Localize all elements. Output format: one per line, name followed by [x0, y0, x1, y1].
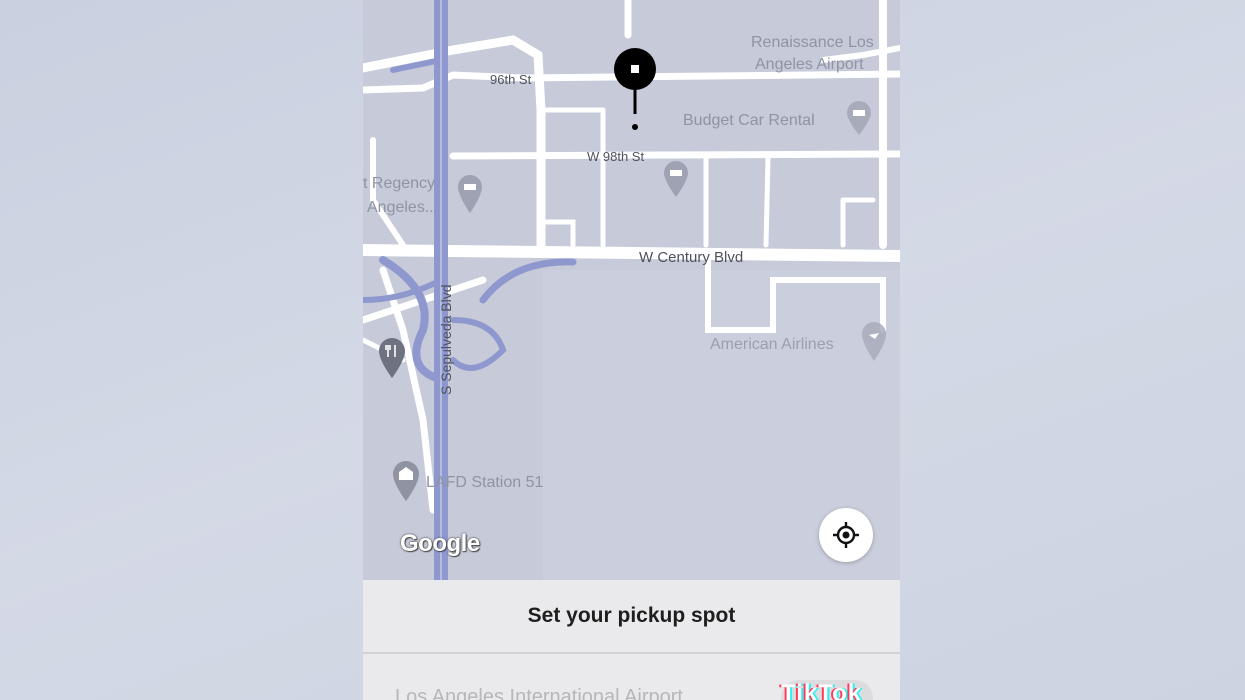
restaurant-icon[interactable] [377, 337, 407, 379]
pickup-pin-icon[interactable] [613, 48, 657, 130]
bottom-sheet: Set your pickup spot Los Angeles Interna… [363, 580, 900, 700]
pickup-address[interactable]: Los Angeles International Airport [395, 686, 683, 700]
hotel-icon[interactable] [662, 160, 690, 198]
locate-me-button[interactable] [819, 508, 873, 562]
poi-hyatt-line1: t Regency [363, 175, 436, 192]
watermark-logo: TikTok [781, 680, 863, 700]
poi-renaissance-line2: Angeles Airport [755, 56, 864, 73]
hotel-icon[interactable] [845, 100, 873, 136]
street-label-96th: 96th St [490, 72, 532, 87]
street-label-century: W Century Blvd [639, 249, 744, 266]
poi-budget: Budget Car Rental [683, 112, 815, 129]
hotel-icon[interactable] [456, 174, 484, 214]
airline-icon[interactable] [861, 322, 887, 362]
crosshair-icon [833, 522, 859, 548]
street-label-sepulveda: S Sepulveda Blvd [438, 284, 454, 395]
poi-renaissance-line1: Renaissance Los [751, 34, 874, 51]
phone-screen: 96th St W 98th St W Century Blvd S Sepul… [363, 0, 900, 700]
poi-hyatt-line2: Angeles... [367, 199, 439, 216]
google-attribution: Google [400, 530, 480, 557]
sheet-title: Set your pickup spot [527, 604, 736, 627]
poi-lafd: LAFD Station 51 [426, 474, 544, 491]
street-label-98th: W 98th St [587, 149, 645, 164]
sheet-divider [363, 652, 900, 654]
fire-station-icon[interactable] [391, 460, 421, 502]
poi-american: American Airlines [710, 336, 834, 353]
map-view[interactable]: 96th St W 98th St W Century Blvd S Sepul… [363, 0, 900, 580]
